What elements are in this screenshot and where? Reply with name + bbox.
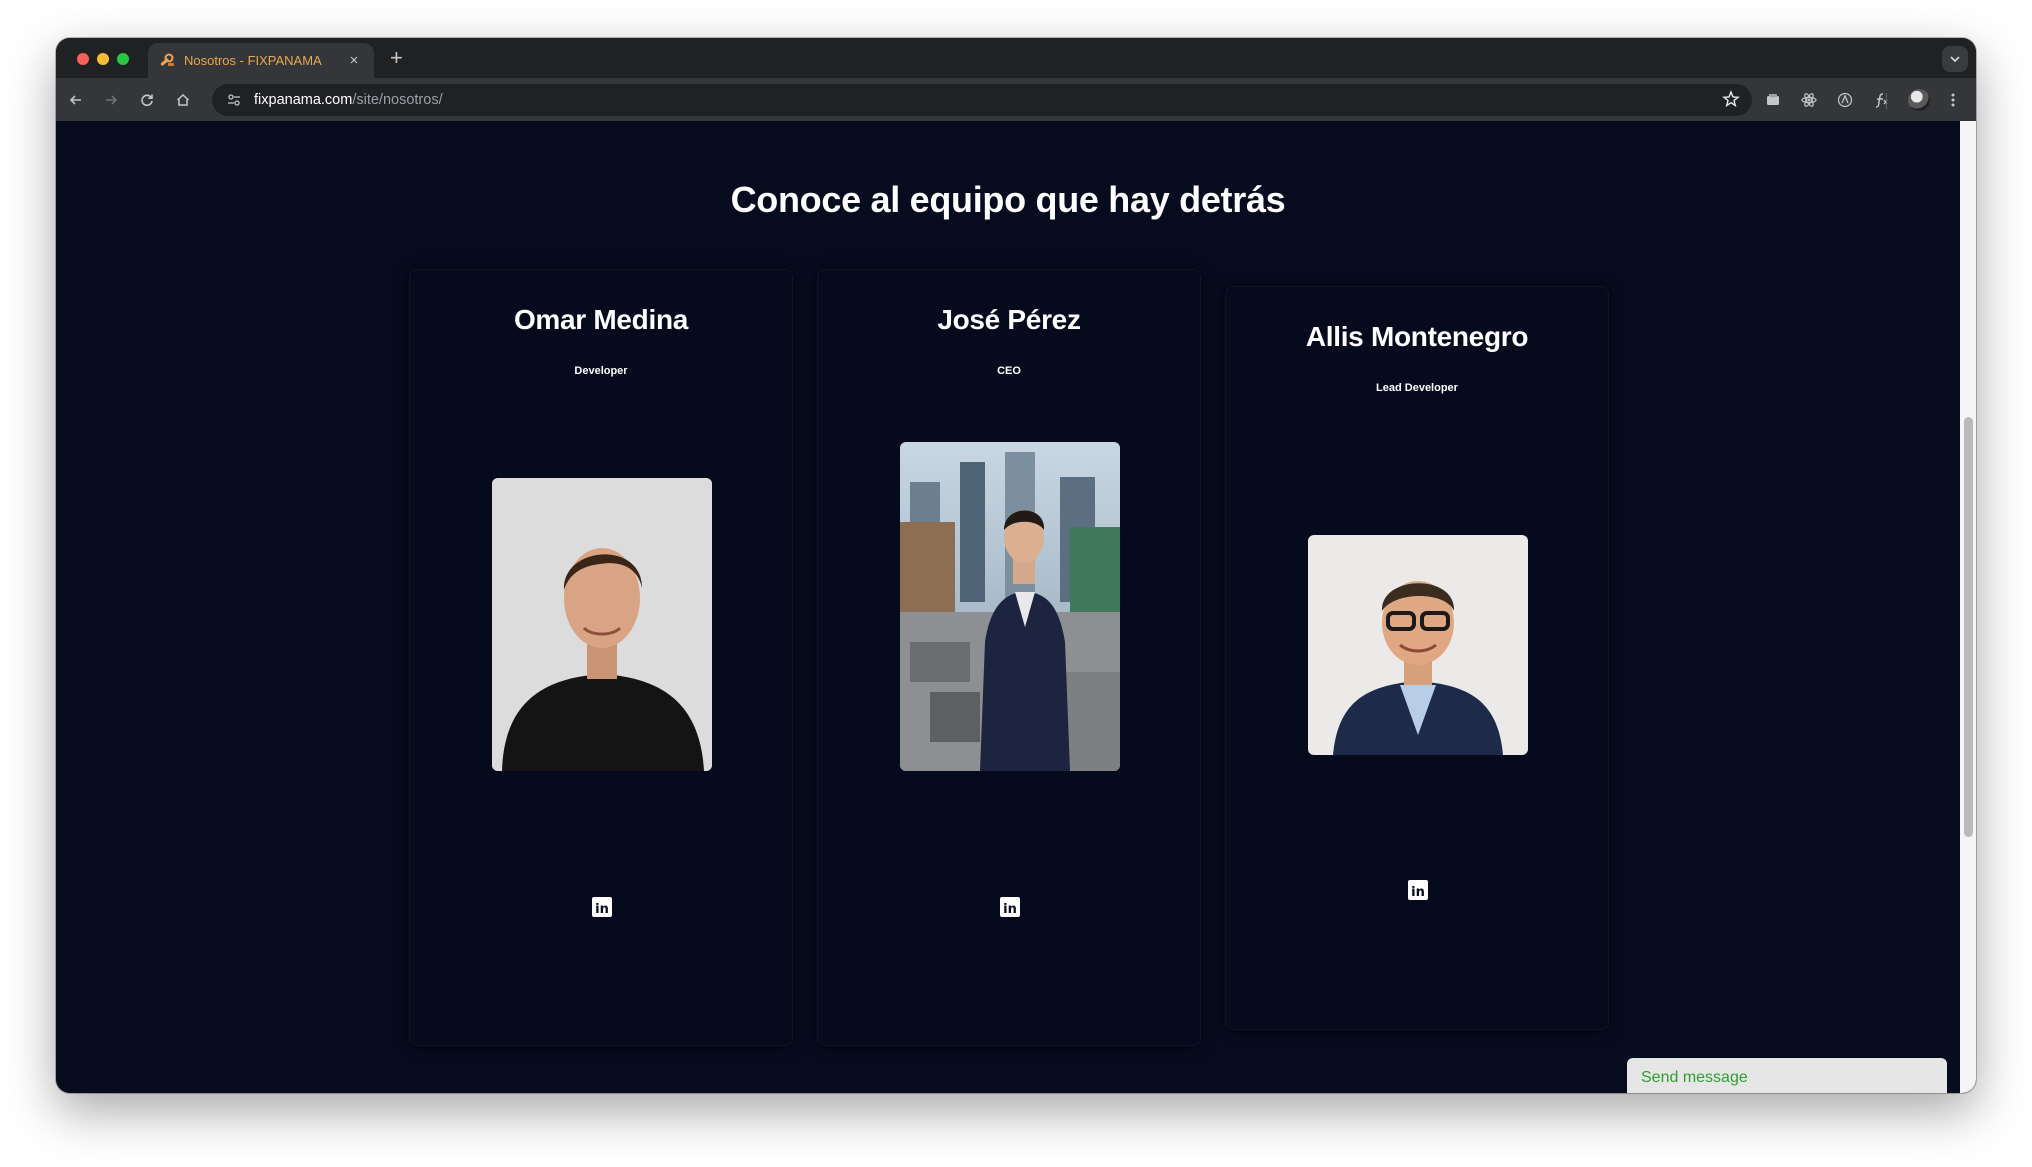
linkedin-glyph: in [1411,885,1425,900]
page-viewport: Conoce al equipo que hay detrás Omar Med… [56,121,1976,1093]
kebab-menu-icon [1951,93,1955,107]
site-settings-icon[interactable] [224,90,244,110]
member-role: Lead Developer [1376,382,1458,394]
profile-avatar[interactable] [1908,89,1930,111]
member-name: Allis Montenegro [1305,321,1529,352]
member-role: Developer [574,365,628,377]
home-icon [176,93,190,106]
linkedin-icon[interactable]: in [1408,880,1428,900]
close-window-button[interactable] [77,53,89,65]
team-card: Allis Montenegro Lead Developer in [1225,286,1609,1030]
linkedin-icon[interactable]: in [592,897,612,917]
minimize-window-button[interactable] [97,53,109,65]
linkedin-glyph: in [1003,902,1017,917]
back-button[interactable] [65,89,87,111]
reload-button[interactable] [136,89,158,111]
url-host: fixpanama.com [254,92,353,108]
close-tab-icon[interactable]: × [346,52,362,69]
member-name: Omar Medina [513,304,689,335]
browser-window: Nosotros - FIXPANAMA × + fixpanama.com /… [56,38,1976,1093]
scrollbar[interactable] [1960,121,1976,1093]
team-card: José Pérez CEO in [817,269,1201,1046]
toolbar-divider [1886,93,1887,109]
team-card: Omar Medina Developer in [409,269,793,1046]
extension-react-icon[interactable] [1798,89,1820,111]
tab-strip: Nosotros - FIXPANAMA × + [56,38,1976,78]
new-tab-button[interactable]: + [390,46,403,70]
extension-shield-icon[interactable] [1834,89,1856,111]
linkedin-icon[interactable]: in [1000,897,1020,917]
chevron-down-icon [1950,56,1960,63]
member-role: CEO [997,365,1021,377]
browser-toolbar: fixpanama.com /site/nosotros/ [56,78,1976,121]
address-bar[interactable]: fixpanama.com /site/nosotros/ [212,84,1752,116]
arrow-right-icon [106,95,118,105]
section-heading: Conoce al equipo que hay detrás [730,179,1286,220]
home-button[interactable] [172,89,194,111]
maximize-window-button[interactable] [117,53,129,65]
member-photo [492,478,712,771]
tab-title: Nosotros - FIXPANAMA [184,53,322,68]
member-photo [900,442,1120,771]
arrow-left-icon [69,95,81,105]
fixpanama-favicon-icon [158,52,176,70]
browser-tab[interactable]: Nosotros - FIXPANAMA × [148,43,374,78]
bookmark-star-icon[interactable] [1722,90,1740,113]
linkedin-glyph: in [595,902,609,917]
member-name: José Pérez [937,304,1081,335]
member-photo [1308,535,1528,755]
url-path: /site/nosotros/ [352,92,443,108]
forward-button[interactable] [100,89,122,111]
tab-search-button[interactable] [1942,46,1968,72]
scrollbar-thumb[interactable] [1964,417,1973,837]
extension-function-icon[interactable] [1870,89,1892,111]
extension-save-icon[interactable] [1762,89,1784,111]
reload-icon [141,94,153,107]
send-message-button[interactable]: Send message [1627,1058,1947,1093]
browser-menu-button[interactable] [1942,89,1964,111]
